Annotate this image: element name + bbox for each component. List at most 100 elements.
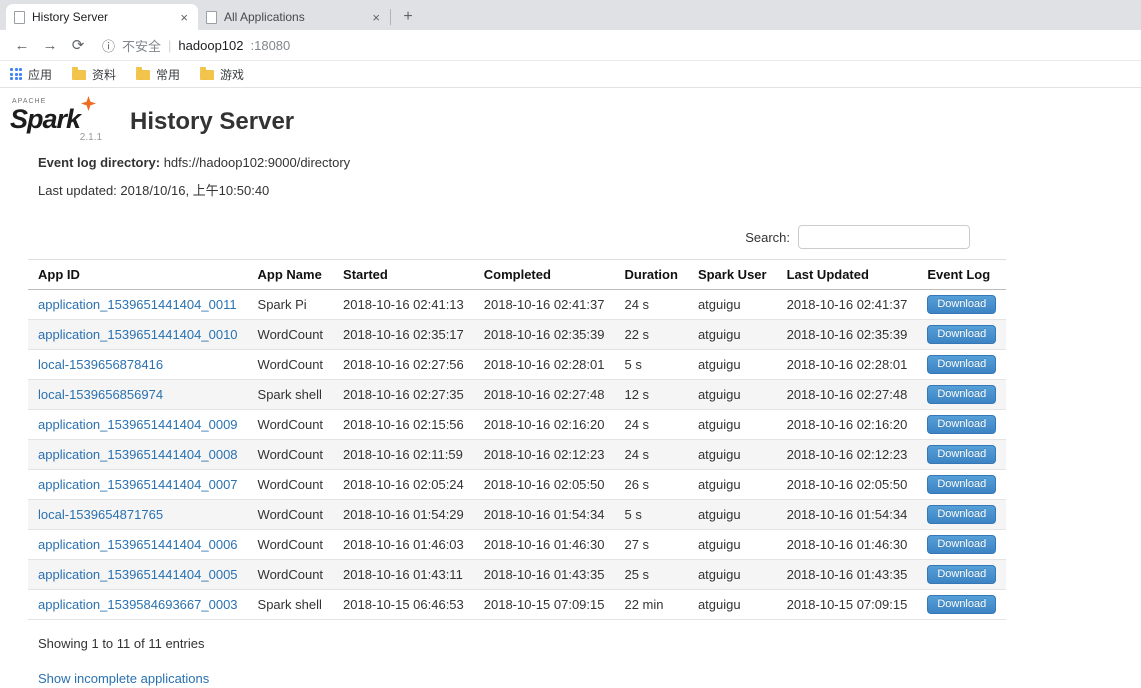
app-id-link[interactable]: application_1539651441404_0006: [38, 537, 238, 552]
app-id-cell: application_1539651441404_0011: [28, 289, 248, 320]
bookmarks-bar: 应用 资料 常用 游戏: [0, 61, 1141, 88]
download-button[interactable]: Download: [927, 325, 997, 344]
table-row: local-1539656878416 WordCount 2018-10-16 0…: [28, 349, 1007, 380]
started-cell: 2018-10-16 02:11:59: [333, 439, 474, 470]
table-row: application_1539651441404_0009 WordCount 2…: [28, 409, 1007, 440]
column-header[interactable]: App ID: [28, 259, 248, 290]
column-header[interactable]: Last Updated: [776, 259, 918, 290]
event-log-cell: Download: [917, 439, 1007, 470]
event-log-label: Event log directory:: [38, 155, 161, 170]
app-id-link[interactable]: application_1539651441404_0010: [38, 327, 238, 342]
app-id-link[interactable]: application_1539651441404_0011: [38, 297, 237, 312]
last-updated-cell: 2018-10-16 02:16:20: [776, 409, 918, 440]
download-button[interactable]: Download: [927, 535, 997, 554]
spark-user-cell: atguigu: [687, 439, 777, 470]
page-favicon-icon: [14, 10, 25, 24]
duration-cell: 22 s: [614, 319, 688, 350]
address-bar[interactable]: ⓘ 不安全 | hadoop102:18080: [102, 36, 290, 55]
column-header[interactable]: App Name: [247, 259, 334, 290]
apps-grid-icon: [10, 68, 22, 80]
app-id-link[interactable]: local-1539656856974: [38, 387, 163, 402]
browser-chrome: History Server × All Applications × + ← …: [0, 0, 1141, 88]
app-id-cell: application_1539651441404_0005: [28, 559, 248, 590]
download-button[interactable]: Download: [927, 415, 997, 434]
download-button[interactable]: Download: [927, 565, 997, 584]
started-cell: 2018-10-16 01:54:29: [333, 499, 474, 530]
brand-row: APACHE Spark 2.1.1 History Server: [10, 96, 1141, 145]
completed-cell: 2018-10-16 02:41:37: [473, 289, 615, 320]
site-info-icon[interactable]: ⓘ: [102, 36, 115, 55]
table-row: application_1539651441404_0008 WordCount 2…: [28, 439, 1007, 470]
tab-all-applications[interactable]: All Applications ×: [198, 4, 390, 30]
download-button[interactable]: Download: [927, 355, 997, 374]
app-id-link[interactable]: application_1539651441404_0009: [38, 417, 238, 432]
new-tab-button[interactable]: +: [395, 5, 421, 29]
event-log-cell: Download: [917, 529, 1007, 560]
spark-user-cell: atguigu: [687, 499, 777, 530]
app-id-link[interactable]: application_1539651441404_0008: [38, 447, 238, 462]
spark-user-cell: atguigu: [687, 469, 777, 500]
spark-user-cell: atguigu: [687, 589, 777, 620]
spark-logo: APACHE Spark 2.1.1: [10, 96, 102, 145]
started-cell: 2018-10-16 01:43:11: [333, 559, 474, 590]
column-header[interactable]: Completed: [473, 259, 615, 290]
bookmark-folder-2[interactable]: 常用: [136, 66, 180, 83]
app-id-link[interactable]: application_1539584693667_0003: [38, 597, 238, 612]
spark-user-cell: atguigu: [687, 349, 777, 380]
table-row: application_1539651441404_0011 Spark Pi 20…: [28, 289, 1007, 320]
bookmark-folder-3[interactable]: 游戏: [200, 66, 244, 83]
duration-cell: 25 s: [614, 559, 688, 590]
app-name-cell: WordCount: [247, 439, 334, 470]
last-updated-line: Last updated: 2018/10/16, 上午10:50:40: [38, 183, 270, 198]
download-button[interactable]: Download: [927, 295, 997, 314]
duration-cell: 26 s: [614, 469, 688, 500]
column-header[interactable]: Started: [333, 259, 474, 290]
started-cell: 2018-10-15 06:46:53: [333, 589, 474, 620]
spark-user-cell: atguigu: [687, 559, 777, 590]
tab-divider: [390, 9, 391, 25]
column-header[interactable]: Event Log: [917, 259, 1007, 290]
app-id-cell: local-1539654871765: [28, 499, 248, 530]
download-button[interactable]: Download: [927, 445, 997, 464]
last-updated-cell: 2018-10-16 02:28:01: [776, 349, 918, 380]
download-button[interactable]: Download: [927, 505, 997, 524]
app-id-link[interactable]: application_1539651441404_0007: [38, 477, 238, 492]
download-button[interactable]: Download: [927, 595, 997, 614]
event-log-cell: Download: [917, 499, 1007, 530]
page-favicon-icon: [206, 10, 217, 24]
app-name-cell: WordCount: [247, 529, 334, 560]
back-icon[interactable]: ←: [10, 33, 34, 57]
app-name-cell: Spark shell: [247, 379, 334, 410]
apache-label: APACHE: [12, 98, 47, 105]
app-id-link[interactable]: local-1539656878416: [38, 357, 163, 372]
search-row: Search:: [28, 225, 970, 249]
bookmark-folder-1[interactable]: 资料: [72, 66, 116, 83]
column-header[interactable]: Spark User: [687, 259, 777, 290]
search-input[interactable]: [798, 225, 970, 249]
app-id-link[interactable]: local-1539654871765: [38, 507, 163, 522]
bookmark-label: 常用: [156, 67, 181, 82]
completed-cell: 2018-10-16 01:54:34: [473, 499, 615, 530]
last-updated-cell: 2018-10-16 01:43:35: [776, 559, 918, 590]
tab-bar: History Server × All Applications × +: [0, 0, 1141, 30]
column-header[interactable]: Duration: [614, 259, 688, 290]
show-incomplete-applications-link[interactable]: Show incomplete applications: [38, 671, 209, 686]
table-row: application_1539651441404_0006 WordCount 2…: [28, 529, 1007, 560]
download-button[interactable]: Download: [927, 385, 997, 404]
started-cell: 2018-10-16 02:15:56: [333, 409, 474, 440]
last-updated-cell: 2018-10-16 01:54:34: [776, 499, 918, 530]
last-updated-cell: 2018-10-16 01:46:30: [776, 529, 918, 560]
forward-icon[interactable]: →: [38, 33, 62, 57]
bookmark-apps[interactable]: 应用: [10, 66, 52, 83]
tab-history-server[interactable]: History Server ×: [6, 4, 198, 30]
table-row: application_1539651441404_0007 WordCount 2…: [28, 469, 1007, 500]
table-row: local-1539654871765 WordCount 2018-10-16 0…: [28, 499, 1007, 530]
applications-table: App ID App Name Started Completed Duration Sp…: [28, 259, 1007, 620]
app-id-link[interactable]: application_1539651441404_0005: [38, 567, 238, 582]
completed-cell: 2018-10-16 01:43:35: [473, 559, 615, 590]
download-button[interactable]: Download: [927, 475, 997, 494]
refresh-icon[interactable]: ⟳: [66, 33, 90, 57]
duration-cell: 24 s: [614, 409, 688, 440]
tab-close-icon[interactable]: ×: [370, 9, 382, 26]
tab-close-icon[interactable]: ×: [178, 9, 190, 26]
